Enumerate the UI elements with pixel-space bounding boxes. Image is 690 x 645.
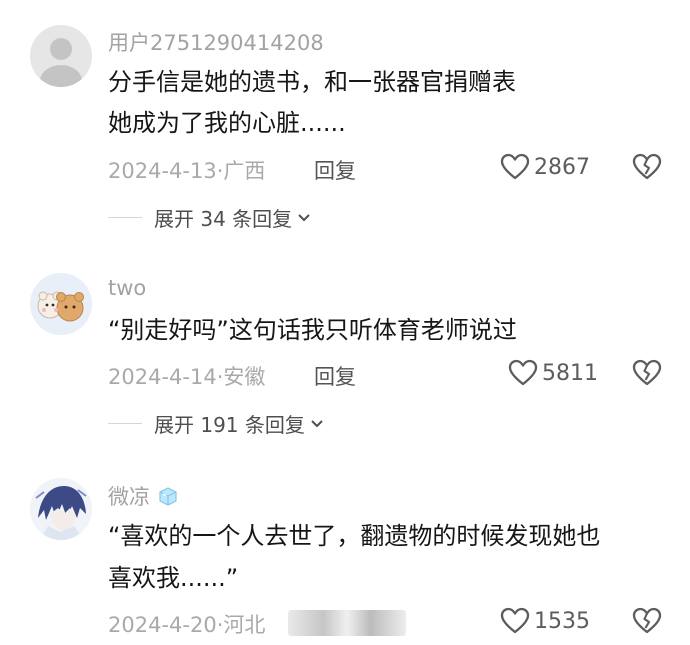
comment-meta: 2024-4-14·安徽	[108, 361, 265, 391]
comment-date: 2024-4-20	[108, 613, 217, 637]
like-count: 2867	[534, 154, 590, 180]
comment-location: 河北	[223, 613, 266, 637]
heart-icon	[508, 359, 538, 386]
anime-character-avatar-icon	[30, 478, 92, 540]
dislike-button[interactable]	[632, 359, 662, 391]
reply-button[interactable]: 回复	[314, 361, 356, 391]
broken-heart-icon	[632, 359, 662, 386]
broken-heart-icon	[632, 607, 662, 634]
divider	[108, 217, 142, 218]
expand-replies-label: 展开 34 条回复	[154, 207, 293, 231]
username[interactable]: 微凉	[108, 481, 180, 511]
comment-text-line: “喜欢的一个人去世了，翻遗物的时候发现她也	[108, 522, 601, 550]
username[interactable]: 用户2751290414208	[108, 27, 324, 57]
comment-location: 安徽	[223, 365, 266, 389]
expand-replies-label: 展开 191 条回复	[154, 413, 305, 437]
chevron-down-icon	[298, 213, 310, 221]
dislike-button[interactable]	[632, 607, 662, 639]
chevron-down-icon	[311, 419, 323, 427]
like-button[interactable]: 2867	[500, 153, 590, 181]
comment-date: 2024-4-13	[108, 159, 217, 183]
comment-text-line: “别走好吗”这句话我只听体育老师说过	[108, 316, 517, 344]
comment-location: 广西	[223, 159, 266, 183]
username[interactable]: two	[108, 276, 146, 300]
comment-text-line: 分手信是她的遗书，和一张器官捐赠表	[108, 68, 516, 96]
comment-meta: 2024-4-20·河北	[108, 609, 265, 639]
blurred-overlay	[288, 610, 406, 636]
avatar[interactable]	[30, 25, 92, 87]
like-button[interactable]: 1535	[500, 607, 590, 635]
heart-icon	[500, 153, 530, 180]
cartoon-bear-avatar-icon	[30, 273, 92, 335]
divider	[108, 423, 142, 424]
comment-text-line: 她成为了我的心脏......	[108, 109, 346, 137]
reply-button[interactable]: 回复	[314, 155, 356, 185]
like-button[interactable]: 5811	[508, 359, 598, 387]
heart-icon	[500, 607, 530, 634]
comment-text-line: 喜欢我......”	[108, 564, 239, 592]
expand-replies-button[interactable]: 展开 191 条回复	[108, 409, 325, 438]
default-user-avatar-icon	[30, 25, 92, 87]
comment-date: 2024-4-14	[108, 365, 217, 389]
ice-cube-icon	[159, 487, 177, 506]
comment-meta: 2024-4-13·广西	[108, 155, 265, 185]
dislike-button[interactable]	[632, 153, 662, 185]
avatar[interactable]	[30, 273, 92, 335]
like-count: 5811	[542, 360, 598, 386]
avatar[interactable]	[30, 478, 92, 540]
username-text: 微凉	[108, 485, 150, 509]
broken-heart-icon	[632, 153, 662, 180]
like-count: 1535	[534, 608, 590, 634]
expand-replies-button[interactable]: 展开 34 条回复	[108, 203, 312, 232]
